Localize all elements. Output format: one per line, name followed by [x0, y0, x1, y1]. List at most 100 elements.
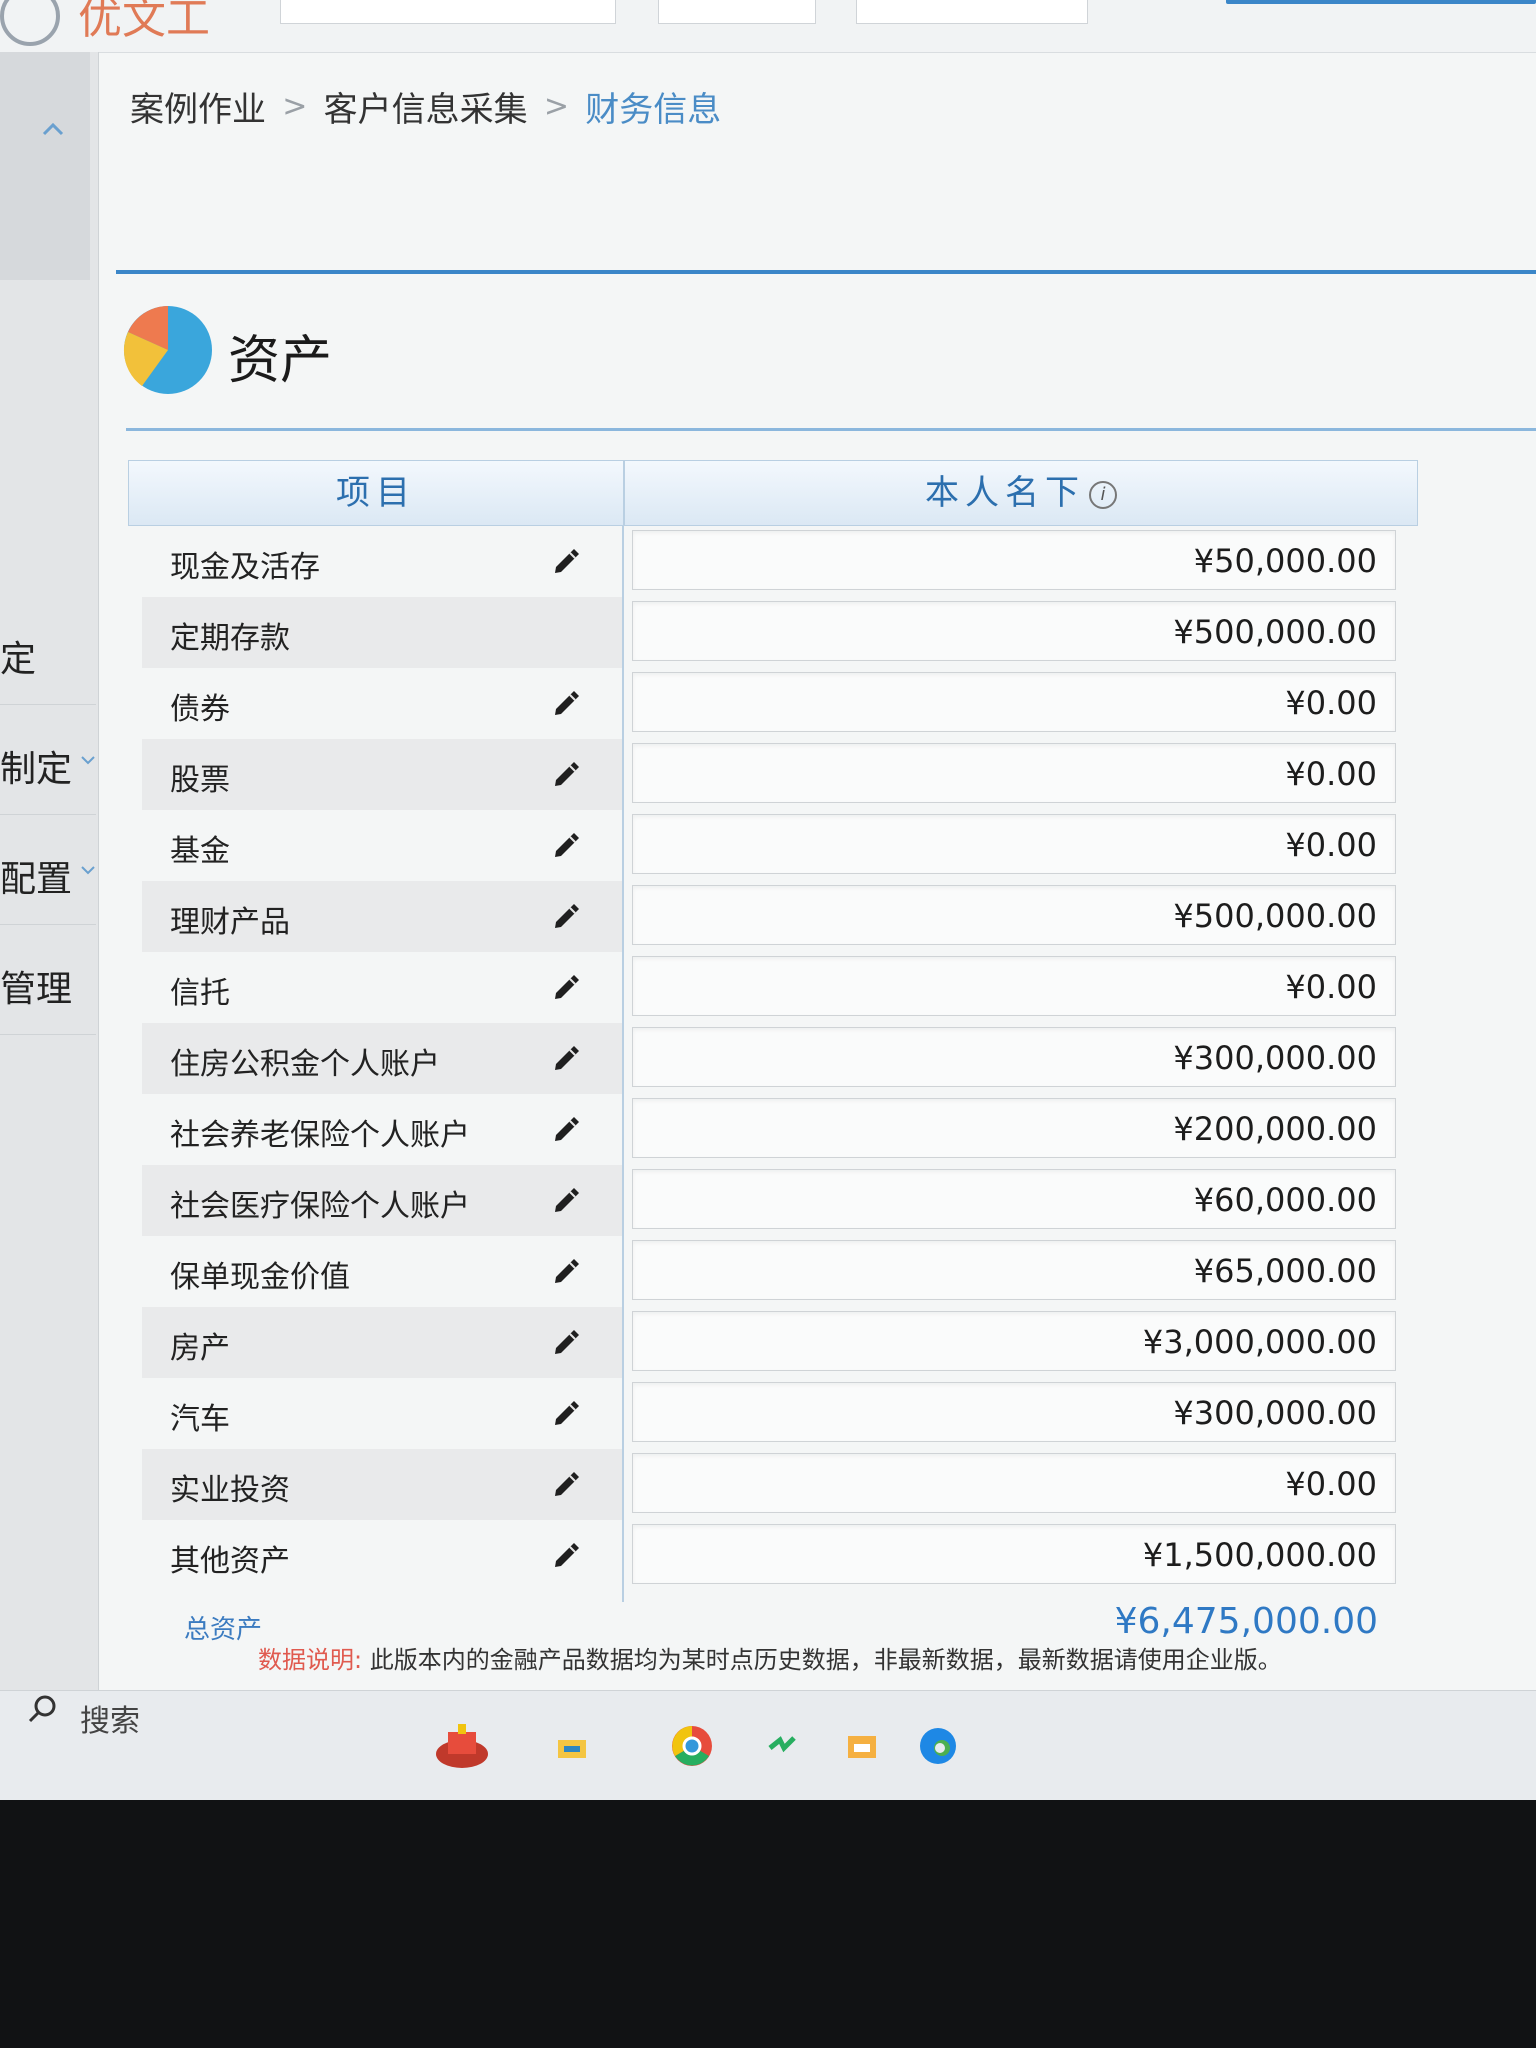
pencil-icon[interactable] — [550, 1327, 582, 1359]
chevron-down-icon — [81, 866, 95, 875]
breadcrumb: 案例作业 > 客户信息采集 > 财务信息 — [130, 82, 721, 132]
nav-top-block — [0, 52, 90, 280]
table-row: 社会医疗保险个人账户 ¥60,000.00 — [128, 1165, 1418, 1236]
column-header-item: 项目 — [128, 460, 624, 526]
row-value-field[interactable]: ¥200,000.00 — [632, 1098, 1396, 1158]
row-value-field[interactable]: ¥300,000.00 — [632, 1382, 1396, 1442]
row-value-field[interactable]: ¥0.00 — [632, 743, 1396, 803]
row-value-field[interactable]: ¥0.00 — [632, 814, 1396, 874]
table-row: 股票 ¥0.00 — [128, 739, 1418, 810]
pencil-icon[interactable] — [550, 830, 582, 862]
row-label-cell: 其他资产 — [142, 1520, 622, 1591]
table-row: 债券 ¥0.00 — [128, 668, 1418, 739]
row-label-cell: 实业投资 — [142, 1449, 622, 1520]
chrome-icon[interactable] — [664, 1718, 720, 1774]
top-select-1[interactable] — [280, 0, 616, 24]
breadcrumb-item-case[interactable]: 案例作业 — [130, 82, 266, 131]
row-label: 理财产品 — [170, 905, 290, 940]
app-title: 优文工 — [78, 0, 210, 44]
row-value-field[interactable]: ¥50,000.00 — [632, 530, 1396, 590]
row-label-cell: 股票 — [142, 739, 622, 810]
row-value-field[interactable]: ¥0.00 — [632, 956, 1396, 1016]
row-label-cell: 社会养老保险个人账户 — [142, 1094, 622, 1165]
breadcrumb-separator: > — [282, 89, 308, 124]
search-icon[interactable] — [26, 1692, 60, 1726]
left-nav: 定 制定 配置 管理 — [0, 52, 99, 1732]
breadcrumb-item-finance: 财务信息 — [585, 90, 722, 130]
pencil-icon[interactable] — [550, 688, 582, 720]
row-label: 实业投资 — [170, 1473, 290, 1508]
row-label: 其他资产 — [170, 1544, 290, 1579]
row-value-field[interactable]: ¥500,000.00 — [632, 601, 1396, 661]
row-label: 债券 — [170, 692, 230, 727]
row-label: 社会医疗保险个人账户 — [170, 1189, 470, 1224]
row-label-cell: 住房公积金个人账户 — [142, 1023, 622, 1094]
table-row: 其他资产 ¥1,500,000.00 — [128, 1520, 1418, 1591]
pencil-icon[interactable] — [550, 759, 582, 791]
nav-item-label: 配置 — [0, 859, 73, 900]
section-title: 资产 — [228, 331, 333, 391]
app-icon[interactable] — [754, 1718, 810, 1774]
row-value-field[interactable]: ¥0.00 — [632, 672, 1396, 732]
chevron-down-icon — [81, 756, 95, 765]
pencil-icon[interactable] — [550, 1043, 582, 1075]
chevron-up-icon[interactable] — [40, 116, 66, 142]
row-value-field[interactable]: ¥65,000.00 — [632, 1240, 1396, 1300]
section-divider — [116, 270, 1536, 274]
row-value-field[interactable]: ¥0.00 — [632, 1453, 1396, 1513]
row-value-field[interactable]: ¥60,000.00 — [632, 1169, 1396, 1229]
nav-item-label: 管理 — [0, 969, 73, 1010]
note-label: 数据说明: — [258, 1646, 363, 1674]
pencil-icon[interactable] — [550, 901, 582, 933]
breadcrumb-item-customer[interactable]: 客户信息采集 — [324, 82, 528, 131]
row-value-field[interactable]: ¥3,000,000.00 — [632, 1311, 1396, 1371]
top-bar: 优文工 — [0, 0, 1536, 53]
nav-item-label: 制定 — [0, 749, 73, 790]
top-action-button[interactable] — [1226, 0, 1536, 4]
pencil-icon[interactable] — [550, 546, 582, 578]
row-label-cell: 社会医疗保险个人账户 — [142, 1165, 622, 1236]
column-header-owner-label: 本人名下 — [925, 473, 1085, 513]
file-explorer-icon[interactable] — [544, 1718, 600, 1774]
row-label-cell: 理财产品 — [142, 881, 622, 952]
row-label-cell: 基金 — [142, 810, 622, 881]
row-label-cell: 现金及活存 — [142, 526, 622, 597]
pencil-icon[interactable] — [550, 1114, 582, 1146]
row-label: 股票 — [170, 763, 230, 798]
table-row: 汽车 ¥300,000.00 — [128, 1378, 1418, 1449]
folder-icon[interactable] — [834, 1718, 890, 1774]
table-row: 社会养老保险个人账户 ¥200,000.00 — [128, 1094, 1418, 1165]
row-label: 现金及活存 — [170, 550, 320, 585]
pencil-icon[interactable] — [550, 1256, 582, 1288]
total-value: ¥6,475,000.00 — [1114, 1601, 1378, 1642]
info-icon[interactable]: i — [1089, 480, 1117, 509]
nav-item-3[interactable]: 配置 — [0, 816, 96, 925]
note-text: 此版本内的金融产品数据均为某时点历史数据，非最新数据，最新数据请使用企业版。 — [369, 1646, 1282, 1674]
row-value-field[interactable]: ¥1,500,000.00 — [632, 1524, 1396, 1584]
row-label: 住房公积金个人账户 — [170, 1047, 440, 1082]
top-select-3[interactable] — [856, 0, 1088, 24]
top-select-2[interactable] — [658, 0, 816, 24]
table-row: 实业投资 ¥0.00 — [128, 1449, 1418, 1520]
row-label: 汽车 — [170, 1402, 230, 1437]
pencil-icon[interactable] — [550, 1540, 582, 1572]
row-value-field[interactable]: ¥300,000.00 — [632, 1027, 1396, 1087]
nav-item-4[interactable]: 管理 — [0, 926, 96, 1035]
pencil-icon[interactable] — [550, 1469, 582, 1501]
pencil-icon[interactable] — [550, 1398, 582, 1430]
row-label: 社会养老保险个人账户 — [170, 1118, 470, 1153]
data-note: 数据说明: 此版本内的金融产品数据均为某时点历史数据，非最新数据，最新数据请使用… — [258, 1640, 1282, 1675]
row-value-field[interactable]: ¥500,000.00 — [632, 885, 1396, 945]
gift-icon[interactable] — [434, 1718, 490, 1774]
pencil-icon[interactable] — [550, 972, 582, 1004]
row-label: 保单现金价值 — [170, 1260, 350, 1295]
nav-item-2[interactable]: 制定 — [0, 706, 96, 815]
edge-icon[interactable] — [910, 1718, 966, 1774]
pencil-icon[interactable] — [550, 1185, 582, 1217]
table-row: 住房公积金个人账户 ¥300,000.00 — [128, 1023, 1418, 1094]
table-body: 现金及活存 ¥50,000.00 定期存款 ¥500,000.00 债券 ¥0.00 股票 ¥… — [128, 526, 1418, 1591]
taskbar-search[interactable]: 搜索 — [80, 1696, 140, 1740]
column-header-owner: 本人名下 i — [624, 460, 1418, 526]
nav-item-1[interactable]: 定 — [0, 596, 96, 705]
row-label-cell: 保单现金价值 — [142, 1236, 622, 1307]
